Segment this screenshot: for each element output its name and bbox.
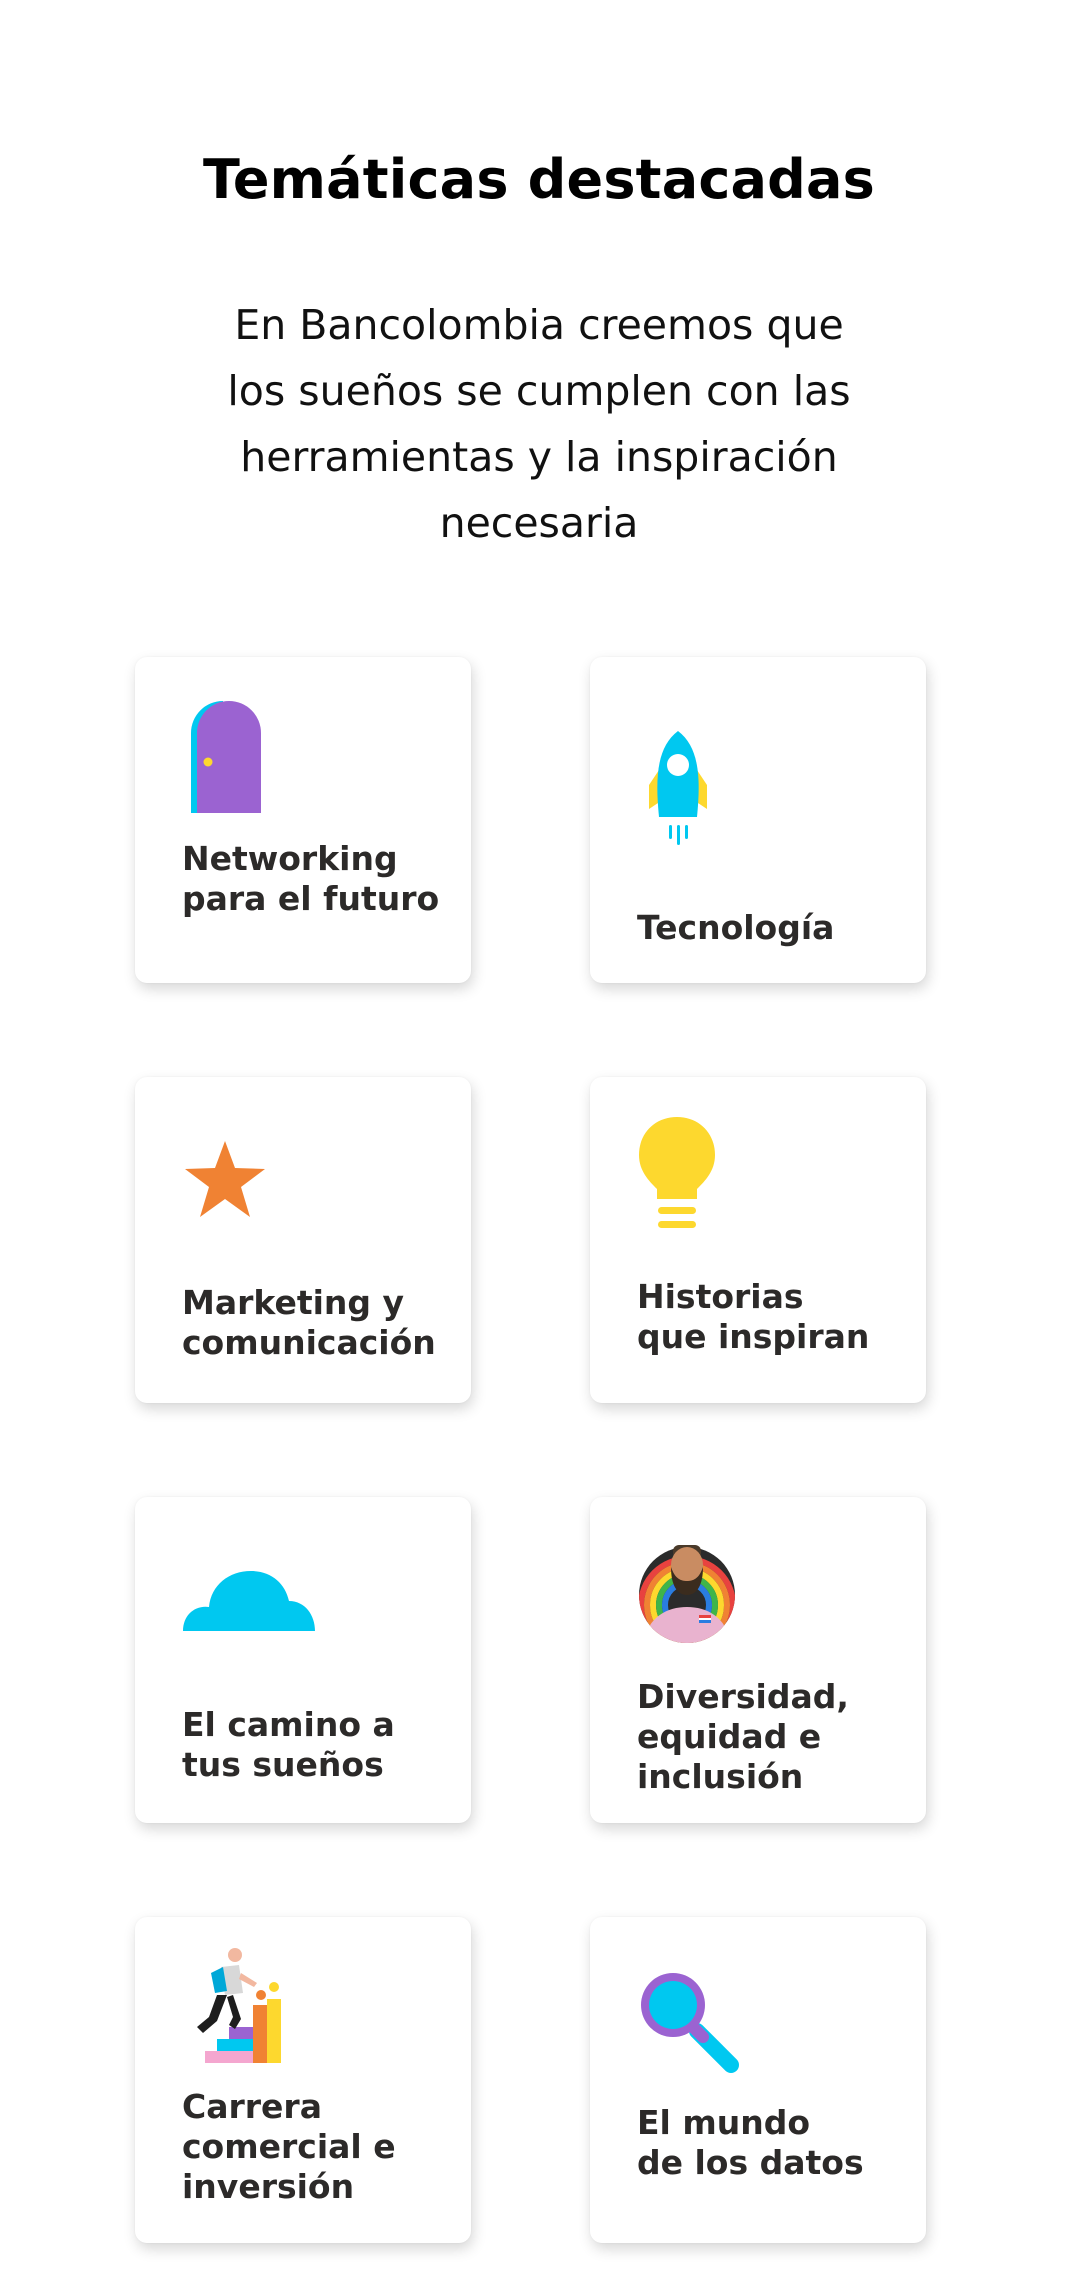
topic-label: Diversidad, equidad e inclusión	[637, 1677, 849, 1796]
lightbulb-icon	[639, 1117, 715, 1228]
topic-label: Carrera comercial e inversión	[182, 2087, 396, 2206]
page-title: Temáticas destacadas	[202, 148, 876, 211]
star-icon	[185, 1141, 265, 1217]
topic-card-carrera[interactable]: Carrera comercial e inversión	[135, 1917, 471, 2243]
rocket-icon	[649, 731, 707, 845]
diversity-avatar-icon	[639, 1545, 735, 1643]
topic-label: Marketing y comunicación	[182, 1283, 436, 1362]
topic-card-networking[interactable]: Networking para el futuro	[135, 657, 471, 983]
topic-label: Tecnología	[637, 908, 835, 947]
topic-card-datos[interactable]: El mundo de los datos	[590, 1917, 926, 2243]
topic-card-camino[interactable]: El camino a tus sueños	[135, 1497, 471, 1823]
topic-card-tecnologia[interactable]: Tecnología	[590, 657, 926, 983]
topic-label: Networking para el futuro	[182, 839, 440, 918]
door-icon	[191, 701, 261, 813]
topic-label: El mundo de los datos	[637, 2103, 864, 2182]
topic-card-historias[interactable]: Historias que inspiran	[590, 1077, 926, 1403]
topic-card-diversidad[interactable]: Diversidad, equidad e inclusión	[590, 1497, 926, 1823]
topic-label: Historias que inspiran	[637, 1277, 870, 1356]
cloud-icon	[183, 1571, 315, 1631]
topic-card-marketing[interactable]: Marketing y comunicación	[135, 1077, 471, 1403]
magnifier-icon	[641, 1973, 739, 2073]
career-climber-icon	[197, 1948, 281, 2063]
topic-label: El camino a tus sueños	[182, 1705, 395, 1784]
intro-text: En Bancolombia creemos que los sueños se…	[227, 301, 851, 547]
